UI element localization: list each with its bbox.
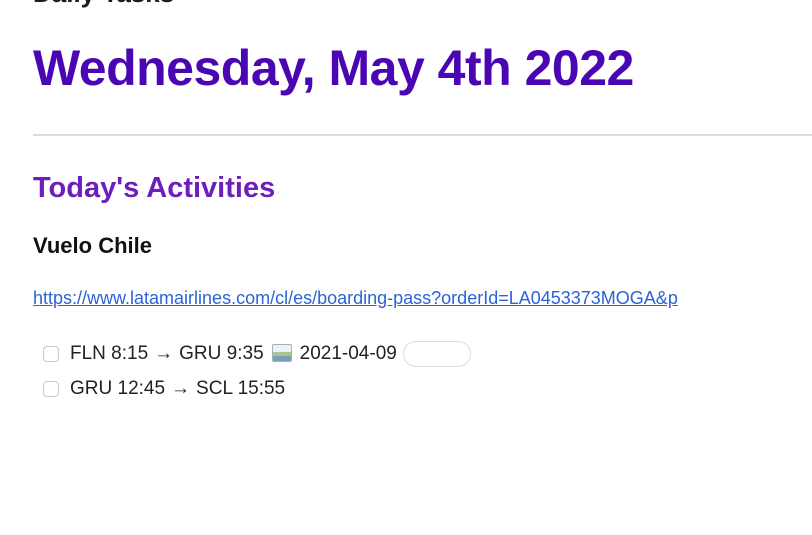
previous-heading-partial: Daily Tasks — [33, 0, 174, 9]
task-departure: FLN 8:15 — [70, 342, 149, 364]
task-text: FLN 8:15 → GRU 9:35 2021-04-09 — [70, 343, 397, 365]
page-title: Wednesday, May 4th 2022 — [33, 40, 634, 96]
arrow-icon: → — [171, 377, 191, 399]
task-checkbox[interactable] — [43, 345, 59, 362]
task-list: FLN 8:15 → GRU 9:35 2021-04-09 GRU 12:45 → SC… — [43, 336, 471, 406]
note-page: Daily Tasks Wednesday, May 4th 2022 Toda… — [0, 0, 812, 535]
task-item: FLN 8:15 → GRU 9:35 2021-04-09 — [43, 336, 471, 371]
date-picker-pill[interactable] — [402, 340, 471, 367]
task-item: GRU 12:45 → SCL 15:55 — [43, 371, 471, 406]
calendar-icon — [271, 344, 292, 363]
boarding-pass-link[interactable]: https://www.latamairlines.com/cl/es/boar… — [33, 286, 678, 310]
sub-heading: Vuelo Chile — [33, 233, 152, 258]
task-text: GRU 12:45 → SCL 15:55 — [70, 378, 285, 400]
divider — [33, 134, 812, 136]
task-arrival: GRU 9:35 — [179, 342, 264, 364]
task-date: 2021-04-09 — [299, 342, 397, 364]
task-arrival: SCL 15:55 — [196, 377, 286, 399]
task-checkbox[interactable] — [43, 380, 59, 397]
section-heading: Today's Activities — [33, 172, 276, 204]
task-departure: GRU 12:45 — [70, 377, 166, 399]
arrow-icon: → — [154, 342, 174, 364]
